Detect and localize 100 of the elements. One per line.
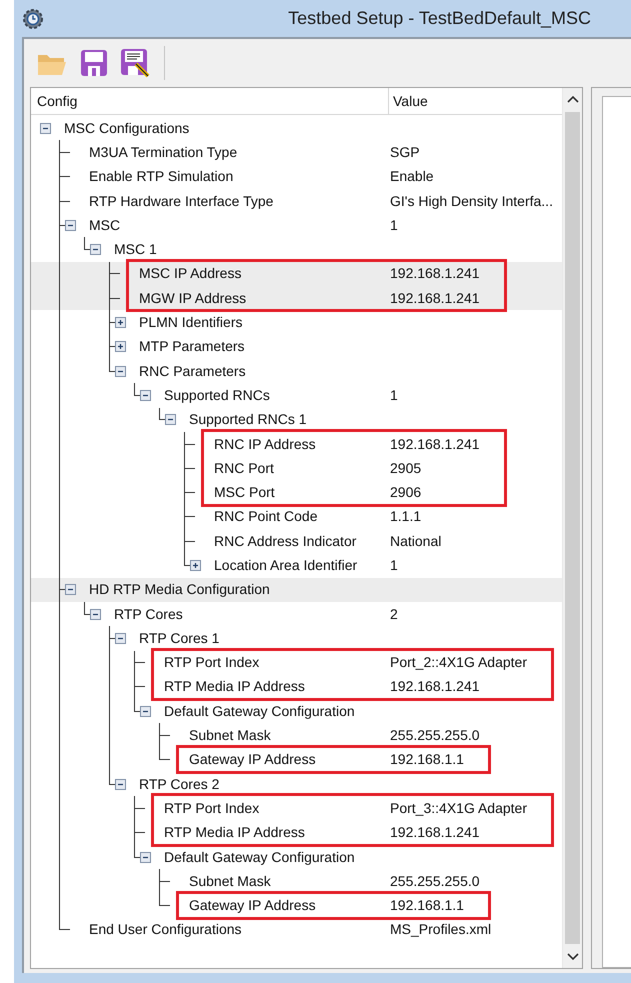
collapse-icon[interactable] xyxy=(114,366,126,377)
app-gear-icon xyxy=(22,8,44,30)
tree-row[interactable]: MSC 1 xyxy=(31,213,562,238)
collapse-icon[interactable] xyxy=(64,220,76,231)
tree-row[interactable]: MTP Parameters xyxy=(31,334,562,359)
expand-icon[interactable] xyxy=(190,560,200,571)
tree-row[interactable]: Supported RNCs 1 xyxy=(31,408,562,432)
save-button[interactable] xyxy=(80,49,108,77)
config-label: Subnet Mask xyxy=(189,872,271,891)
config-label: MGW IP Address xyxy=(139,288,246,308)
tree-row[interactable]: PLMN Identifiers xyxy=(31,310,562,335)
tree-row[interactable]: Enable RTP Simulation Enable xyxy=(31,164,562,189)
tree-row[interactable]: Subnet Mask 255.255.255.0 xyxy=(31,869,562,894)
tree-row[interactable]: RTP Hardware Interface Type GI's High Density Interfa... xyxy=(31,188,562,214)
config-label: Default Gateway Configuration xyxy=(164,702,355,721)
value-text: Enable xyxy=(389,168,434,184)
tree-row[interactable]: RTP Cores 1 xyxy=(31,626,562,651)
tree-row[interactable]: Location Area Identifier 1 xyxy=(31,553,562,578)
collapse-icon[interactable] xyxy=(140,852,150,863)
config-label: MTP Parameters xyxy=(139,337,245,356)
tree-row[interactable]: RNC Point Code 1.1.1 xyxy=(31,504,562,530)
expand-icon[interactable] xyxy=(114,317,126,328)
tree-row[interactable]: MSC 1 xyxy=(31,237,562,262)
tree-row[interactable]: MSC Configurations xyxy=(31,116,562,140)
collapse-icon[interactable] xyxy=(140,390,150,401)
collapse-icon[interactable] xyxy=(114,778,126,790)
value-text: 192.168.1.241 xyxy=(389,436,480,452)
value-text: 2 xyxy=(389,606,398,622)
config-label: MSC IP Address xyxy=(139,264,242,284)
config-label: HD RTP Media Configuration xyxy=(89,580,270,600)
chevron-down-icon xyxy=(566,953,578,961)
value-text: 1 xyxy=(389,216,398,233)
config-label: RTP Media IP Address xyxy=(164,823,305,842)
tree-row[interactable]: RNC Port 2905 xyxy=(31,456,562,480)
config-label: MSC 1 xyxy=(114,240,157,260)
collapse-icon[interactable] xyxy=(140,706,150,717)
config-label: PLMN Identifiers xyxy=(139,313,242,332)
tree-row[interactable]: RNC Parameters xyxy=(31,358,562,384)
tree-row[interactable]: End User Configurations MS_Profiles.xml xyxy=(31,918,562,942)
config-label: RTP Port Index xyxy=(164,798,260,818)
value-text: 192.168.1.1 xyxy=(389,897,464,914)
value-text: 1.1.1 xyxy=(389,508,422,524)
collapse-icon[interactable] xyxy=(114,632,126,644)
tree-row[interactable]: RTP Media IP Address 192.168.1.241 xyxy=(31,820,562,845)
tree-row[interactable]: RNC Address Indicator National xyxy=(31,529,562,554)
value-text: 255.255.255.0 xyxy=(389,727,480,744)
config-label: RNC Port xyxy=(214,458,274,478)
value-text: 255.255.255.0 xyxy=(389,872,480,889)
save-as-button[interactable] xyxy=(120,48,150,78)
tree-row[interactable]: RTP Port Index Port_2::4X1G Adapter xyxy=(31,650,562,675)
config-label: Location Area Identifier xyxy=(214,556,358,575)
tree-row[interactable]: Supported RNCs 1 xyxy=(31,383,562,408)
value-text: 2906 xyxy=(389,484,422,500)
tree-row[interactable]: MGW IP Address 192.168.1.241 xyxy=(31,286,562,310)
collapse-icon[interactable] xyxy=(164,414,176,426)
config-label: MSC xyxy=(89,216,120,235)
value-text: 192.168.1.241 xyxy=(389,678,480,694)
collapse-icon[interactable] xyxy=(90,608,100,620)
tree-row[interactable]: RTP Cores 2 xyxy=(31,772,562,796)
config-label: RTP Cores 1 xyxy=(139,628,220,648)
value-text: 2905 xyxy=(389,460,422,476)
collapse-icon[interactable] xyxy=(64,584,76,596)
tree-row[interactable]: HD RTP Media Configuration xyxy=(31,578,562,602)
value-text: 1 xyxy=(389,556,398,573)
config-label: Default Gateway Configuration xyxy=(164,848,355,867)
config-label: Gateway IP Address xyxy=(189,896,316,916)
tree-row[interactable]: RTP Cores 2 xyxy=(31,602,562,626)
value-text: 192.168.1.241 xyxy=(389,265,480,282)
tree-row[interactable]: Gateway IP Address 192.168.1.1 xyxy=(31,748,562,772)
collapse-icon[interactable] xyxy=(40,122,50,134)
collapse-icon[interactable] xyxy=(90,244,100,256)
config-label: RNC Address Indicator xyxy=(214,532,356,551)
tree-row[interactable]: Default Gateway Configuration xyxy=(31,699,562,724)
value-text: Port_2::4X1G Adapter xyxy=(389,654,527,670)
config-label: RNC IP Address xyxy=(214,434,316,454)
config-label: End User Configurations xyxy=(89,920,242,940)
config-label: Gateway IP Address xyxy=(189,750,316,770)
config-label: Supported RNCs xyxy=(164,386,270,405)
expand-icon[interactable] xyxy=(114,341,126,352)
scrollbar-thumb[interactable] xyxy=(565,112,580,944)
tree-row[interactable]: Gateway IP Address 192.168.1.1 xyxy=(31,894,562,918)
config-label: RNC Point Code xyxy=(214,507,318,526)
tree-row[interactable]: RTP Media IP Address 192.168.1.241 xyxy=(31,674,562,700)
value-text: Port_3::4X1G Adapter xyxy=(389,800,527,816)
value-text: National xyxy=(389,532,442,549)
tree-row[interactable]: MSC Port 2906 xyxy=(31,480,562,505)
tree-row[interactable]: RTP Port Index Port_3::4X1G Adapter xyxy=(31,796,562,821)
config-label: Supported RNCs 1 xyxy=(189,410,307,430)
tree-row[interactable]: M3UA Termination Type SGP xyxy=(31,140,562,165)
tree-row[interactable]: RNC IP Address 192.168.1.241 xyxy=(31,432,562,456)
chevron-up-icon xyxy=(566,95,578,103)
value-text: 192.168.1.1 xyxy=(389,751,464,768)
config-label: MSC Configurations xyxy=(64,118,190,138)
tree-row[interactable]: MSC IP Address 192.168.1.241 xyxy=(31,262,562,286)
tree-row[interactable]: Subnet Mask 255.255.255.0 xyxy=(31,723,562,748)
value-text: GI's High Density Interfa... xyxy=(389,192,553,209)
config-label: RTP Media IP Address xyxy=(164,677,305,696)
tree-row[interactable]: Default Gateway Configuration xyxy=(31,844,562,870)
config-label: Enable RTP Simulation xyxy=(89,167,234,186)
value-text: 1 xyxy=(389,386,398,403)
